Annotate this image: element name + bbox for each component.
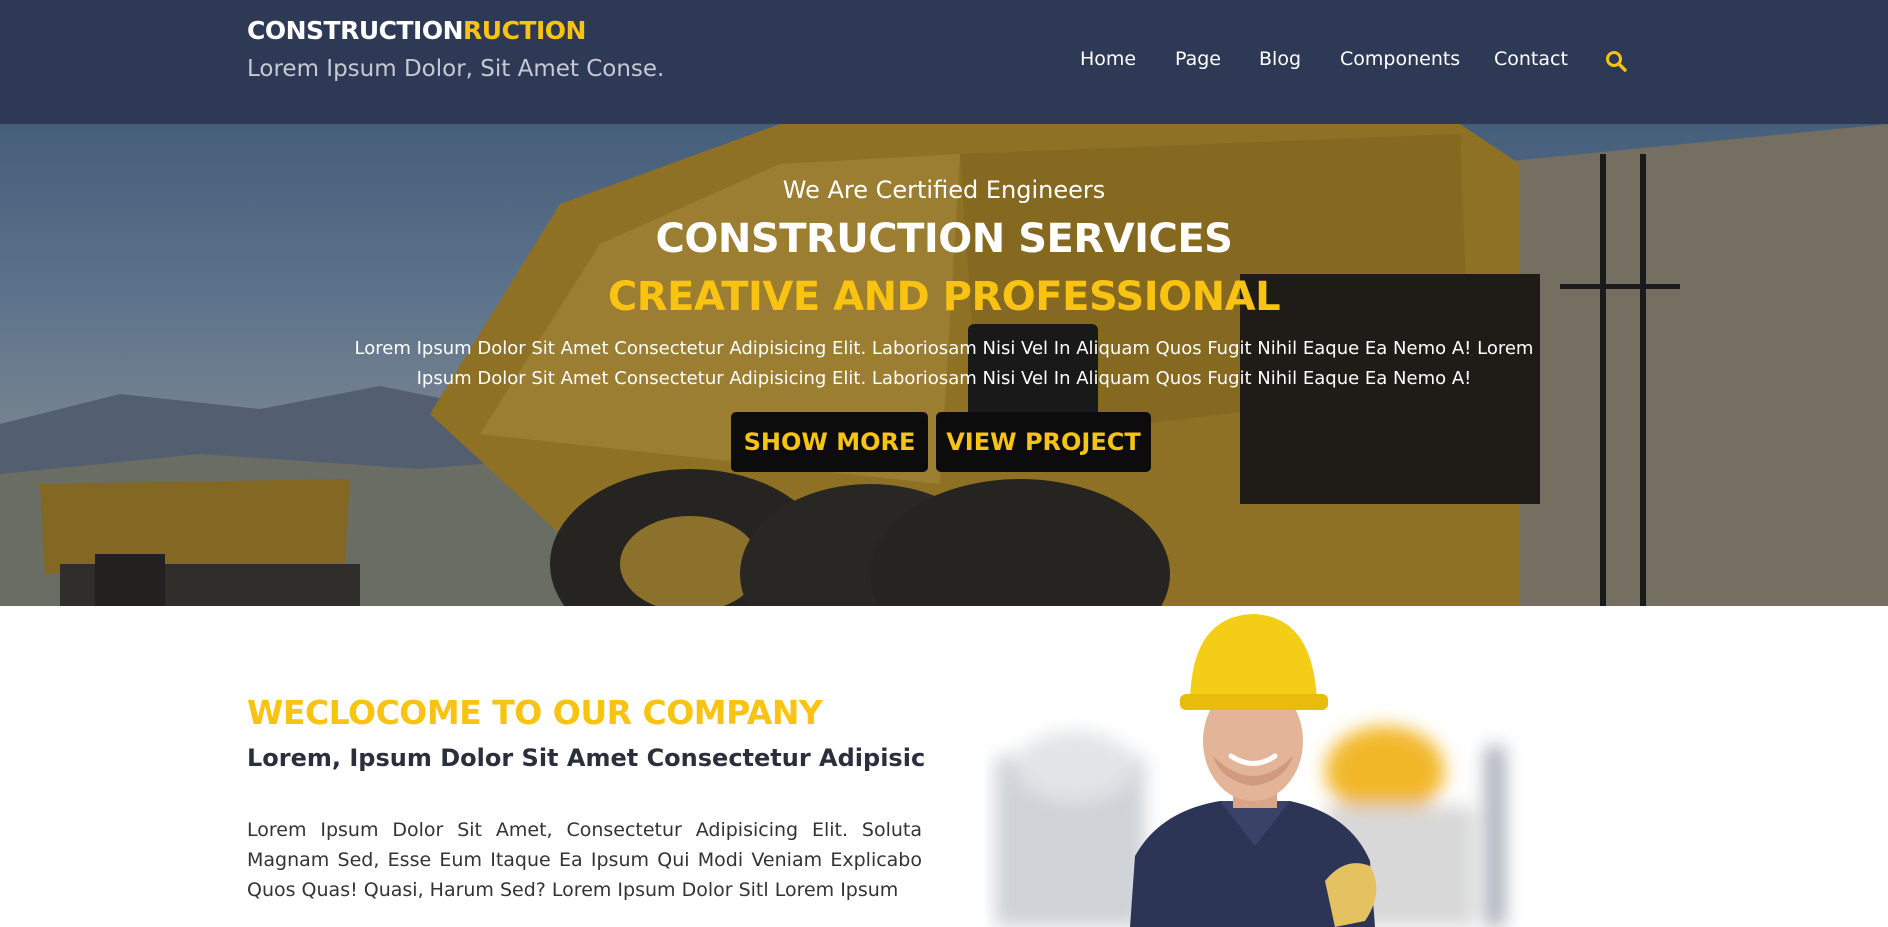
logo-accent-text: RUCTION <box>463 16 586 45</box>
nav-blog[interactable]: Blog <box>1259 48 1301 70</box>
nav-page[interactable]: Page <box>1175 48 1221 70</box>
nav-home[interactable]: Home <box>1080 48 1136 70</box>
hero-description-line: Ipsum Dolor Sit Amet Consectetur Adipisi… <box>416 368 1472 389</box>
about-body: Lorem Ipsum Dolor Sit Amet, Consectetur … <box>247 819 922 901</box>
nav-contact[interactable]: Contact <box>1494 48 1568 70</box>
hero-banner: We Are Certified Engineers CONSTRUCTION … <box>0 124 1888 606</box>
hero-title: CONSTRUCTION SERVICES <box>655 216 1233 262</box>
worker-image <box>995 614 1505 927</box>
search-icon[interactable] <box>1605 50 1627 72</box>
hero-kicker: We Are Certified Engineers <box>782 176 1106 204</box>
about-subheading: Lorem, Ipsum Dolor Sit Amet Consectetur … <box>247 744 926 772</box>
logo-main-text: CONSTRUCTION <box>247 16 464 45</box>
nav-components[interactable]: Components <box>1340 48 1460 70</box>
site-logo[interactable]: CONSTRUCTIONRUCTION <box>247 16 586 45</box>
show-more-button[interactable]: SHOW MORE <box>731 412 928 472</box>
view-project-button[interactable]: VIEW PROJECT <box>936 412 1151 472</box>
hero-description: Lorem Ipsum Dolor Sit Amet Consectetur A… <box>0 334 1888 394</box>
about-heading: WECLOCOME TO OUR COMPANY <box>247 693 823 732</box>
site-header: CONSTRUCTIONRUCTION Lorem Ipsum Dolor, S… <box>0 0 1888 124</box>
hero-subtitle: CREATIVE AND PROFESSIONAL <box>607 274 1281 320</box>
hero-description-line: Lorem Ipsum Dolor Sit Amet Consectetur A… <box>354 338 1534 359</box>
